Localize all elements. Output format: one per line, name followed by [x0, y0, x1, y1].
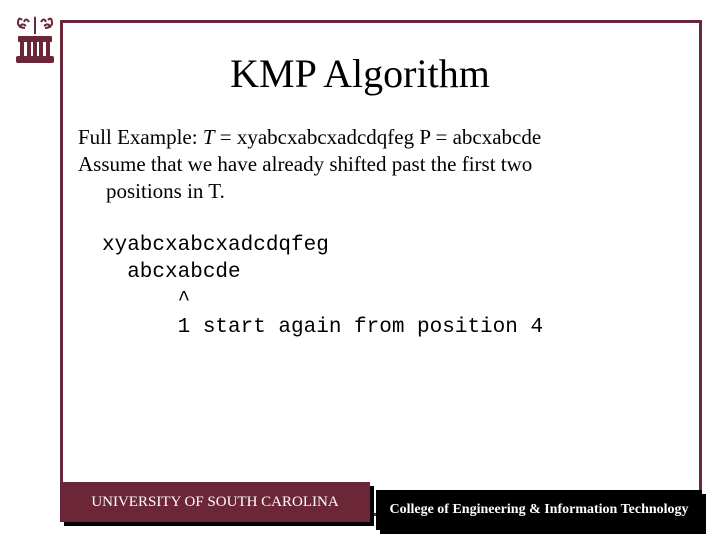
var-T: T	[203, 125, 215, 149]
slide-body: Full Example: T = xyabcxabcxadcdqfeg P =…	[78, 124, 688, 205]
university-name: UNIVERSITY OF SOUTH CAROLINA	[91, 494, 338, 511]
mono-line-1: xyabcxabcxadcdqfeg	[102, 234, 329, 257]
slide-title: KMP Algorithm	[0, 50, 720, 97]
code-block: xyabcxabcxadcdqfeg abcxabcde ^ 1 start a…	[102, 232, 543, 341]
example-values: = xyabcxabcxadcdqfeg P = abcxabcde	[215, 125, 542, 149]
footer-left-box: UNIVERSITY OF SOUTH CAROLINA	[60, 482, 370, 522]
mono-line-4: 1 start again from position 4	[102, 316, 543, 339]
body-line-2: Assume that we have already shifted past…	[78, 151, 688, 178]
footer-right-box: College of Engineering & Information Tec…	[376, 490, 702, 530]
body-line-1: Full Example: T = xyabcxabcxadcdqfeg P =…	[78, 124, 688, 151]
mono-line-2: abcxabcde	[102, 261, 241, 284]
college-name: College of Engineering & Information Tec…	[389, 502, 688, 518]
example-prefix: Full Example:	[78, 125, 203, 149]
mono-line-3: ^	[102, 289, 190, 312]
body-line-3: positions in T.	[78, 178, 688, 205]
slide-footer: UNIVERSITY OF SOUTH CAROLINA College of …	[60, 482, 702, 526]
